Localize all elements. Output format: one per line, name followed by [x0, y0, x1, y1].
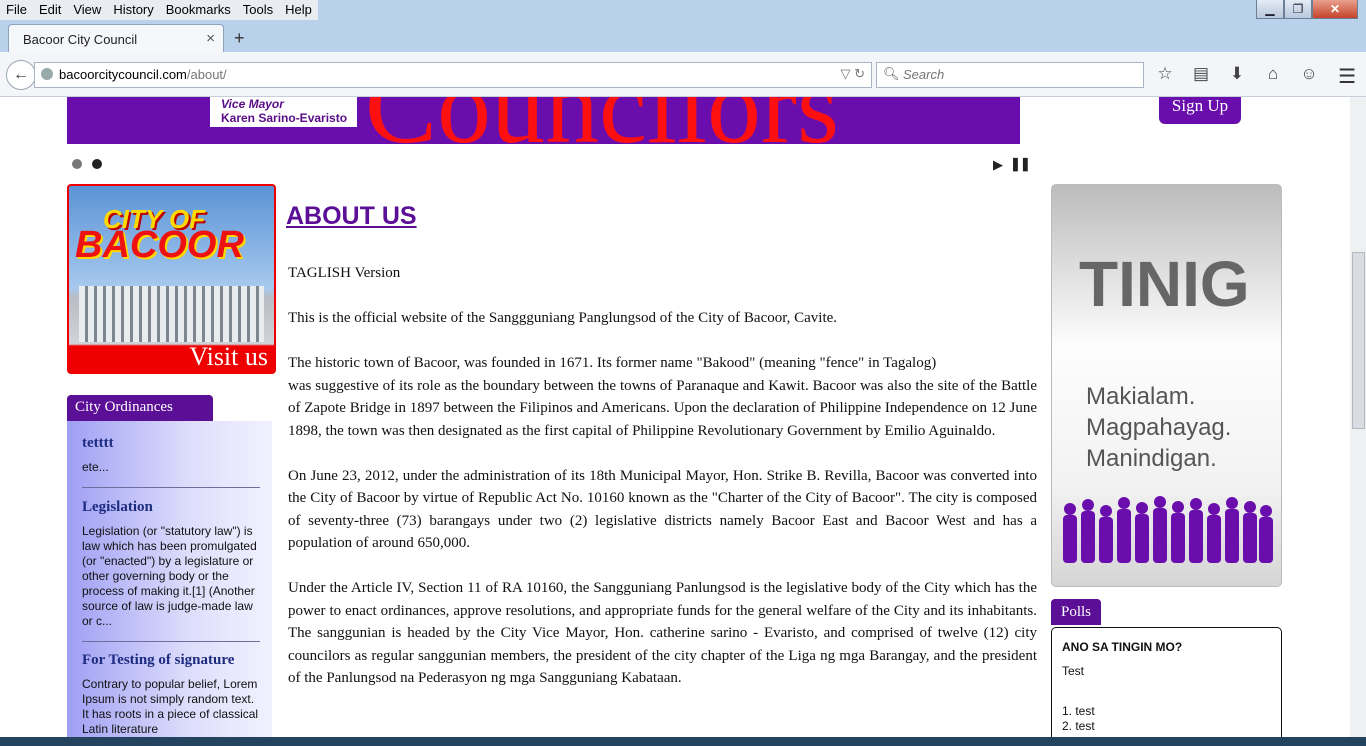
page-scrollbar[interactable]: [1350, 97, 1366, 737]
visit-us-label: Visit us: [189, 342, 268, 371]
paragraph-4: Under the Article IV, Section 11 of RA 1…: [288, 580, 1037, 686]
page-title: ABOUT US: [286, 202, 417, 230]
slider-dot-1[interactable]: [72, 159, 82, 169]
home-icon[interactable]: ⌂: [1262, 64, 1284, 84]
slider-dots: [72, 159, 102, 169]
tinig-ad[interactable]: TINIG Makialam. Magpahayag. Manindigan.: [1051, 184, 1282, 587]
chat-icon[interactable]: ☺: [1298, 64, 1320, 84]
menu-bar: File Edit View History Bookmarks Tools H…: [0, 0, 1366, 20]
ordinance-divider: [82, 641, 260, 642]
ordinance-item: tetttt ete...: [82, 435, 260, 488]
tinig-line2: Magpahayag.: [1086, 414, 1232, 441]
slider-dot-2[interactable]: [92, 159, 102, 169]
menu-file[interactable]: File: [0, 0, 33, 20]
vice-mayor-label: Vice Mayor: [221, 97, 284, 111]
back-arrow-icon[interactable]: ←: [6, 60, 36, 90]
reload-icon[interactable]: ▽ ↻: [840, 66, 865, 82]
search-bar[interactable]: 🔍︎: [876, 62, 1144, 88]
menu-tools[interactable]: Tools: [237, 0, 279, 20]
url-path: /about/: [186, 67, 227, 82]
url-bar[interactable]: bacoorcitycouncil.com/about/ ▽ ↻: [34, 62, 872, 88]
ordinance-title[interactable]: tetttt: [82, 435, 260, 452]
search-icon: 🔍︎: [883, 66, 900, 81]
ordinance-title[interactable]: Legislation: [82, 499, 260, 516]
about-content: TAGLISH Version This is the official web…: [288, 262, 1037, 712]
window-controls: ▁ ❐ ✕: [1256, 0, 1358, 19]
city-ordinances-panel: tetttt ete... Legislation Legislation (o…: [67, 421, 272, 737]
tinig-line3: Manindigan.: [1086, 445, 1217, 472]
new-tab-icon[interactable]: +: [234, 28, 245, 49]
bookmark-star-icon[interactable]: ☆: [1154, 64, 1176, 84]
version-text: TAGLISH Version: [288, 265, 401, 281]
vice-mayor-box: Vice Mayor Karen Sarino-Evaristo: [210, 97, 357, 127]
ordinance-divider: [82, 487, 260, 488]
ordinance-text: Legislation (or "statutory law") is law …: [82, 524, 257, 628]
poll-option[interactable]: 2. test: [1062, 719, 1095, 733]
menu-history[interactable]: History: [107, 0, 159, 20]
tinig-title: TINIG: [1079, 248, 1250, 320]
tab-title: Bacoor City Council: [23, 32, 138, 47]
city-image-line2: BACOOR: [75, 224, 244, 266]
ordinance-text: ete...: [82, 460, 109, 474]
menu-bookmarks[interactable]: Bookmarks: [160, 0, 237, 20]
close-tab-icon[interactable]: ×: [206, 30, 215, 47]
download-icon[interactable]: ⬇: [1226, 64, 1248, 84]
vice-mayor-name: Karen Sarino-Evaristo: [221, 111, 348, 125]
nav-bar: ← bacoorcitycouncil.com/about/ ▽ ↻ 🔍︎ ☆ …: [0, 52, 1366, 97]
tab-bacoor-city-council[interactable]: Bacoor City Council ×: [8, 24, 224, 53]
header-banner: Councilors Vice Mayor Karen Sarino-Evari…: [67, 97, 1020, 144]
reading-list-icon[interactable]: ▤: [1190, 64, 1212, 84]
hamburger-menu-icon[interactable]: ☰: [1338, 64, 1356, 89]
paragraph-2a: The historic town of Bacoor, was founded…: [288, 355, 937, 371]
maximize-button[interactable]: ❐: [1284, 0, 1312, 19]
play-icon[interactable]: ▶: [993, 157, 1003, 173]
menu-items: File Edit View History Bookmarks Tools H…: [0, 0, 318, 20]
page-viewport: Councilors Vice Mayor Karen Sarino-Evari…: [0, 97, 1350, 737]
paragraph-2b: was suggestive of its role as the bounda…: [288, 377, 1037, 439]
pause-icon[interactable]: ❚❚: [1010, 156, 1031, 172]
url-host: bacoorcitycouncil.com: [59, 67, 187, 82]
polls-box: ANO SA TINGIN MO? Test 1. test 2. test: [1051, 627, 1282, 737]
poll-question: ANO SA TINGIN MO?: [1062, 640, 1183, 654]
crowd-silhouette: [1063, 496, 1273, 563]
minimize-button[interactable]: ▁: [1256, 0, 1284, 19]
ordinance-item: For Testing of signature Contrary to pop…: [82, 652, 260, 737]
scrollbar-thumb[interactable]: [1352, 252, 1365, 429]
paragraph-1: This is the official website of the Sang…: [288, 310, 838, 326]
poll-option[interactable]: 1. test: [1062, 704, 1095, 718]
close-window-button[interactable]: ✕: [1312, 0, 1358, 19]
poll-description: Test: [1062, 664, 1085, 678]
menu-edit[interactable]: Edit: [33, 0, 67, 20]
banner-title: Councilors: [365, 97, 839, 144]
signup-button[interactable]: Sign Up: [1159, 97, 1241, 124]
url-text[interactable]: bacoorcitycouncil.com/about/: [59, 67, 227, 82]
menu-help[interactable]: Help: [279, 0, 318, 20]
ordinance-item: Legislation Legislation (or "statutory l…: [82, 499, 260, 642]
ordinance-title[interactable]: For Testing of signature: [82, 652, 260, 669]
paragraph-2: The historic town of Bacoor, was founded…: [288, 352, 1037, 442]
paragraph-3: On June 23, 2012, under the administrati…: [288, 467, 1037, 552]
polls-tab: Polls: [1051, 599, 1101, 625]
city-hall-building: [79, 286, 264, 342]
toolbar-icons: ☆ ▤ ⬇ ⌂ ☺: [1154, 64, 1320, 84]
tab-strip: Bacoor City Council × +: [0, 20, 1366, 53]
ordinance-text: Contrary to popular belief, Lorem Ipsum …: [82, 677, 259, 736]
globe-icon: [41, 68, 53, 80]
search-input[interactable]: [901, 66, 1135, 83]
tinig-line1: Makialam.: [1086, 383, 1196, 410]
menu-view[interactable]: View: [67, 0, 107, 20]
tinig-slogan: Makialam. Magpahayag. Manindigan.: [1086, 381, 1231, 474]
os-taskbar: [0, 737, 1366, 746]
city-of-bacoor-image[interactable]: CITY OF BACOOR Visit us: [67, 184, 276, 374]
city-ordinances-tab: City Ordinances: [67, 395, 213, 421]
